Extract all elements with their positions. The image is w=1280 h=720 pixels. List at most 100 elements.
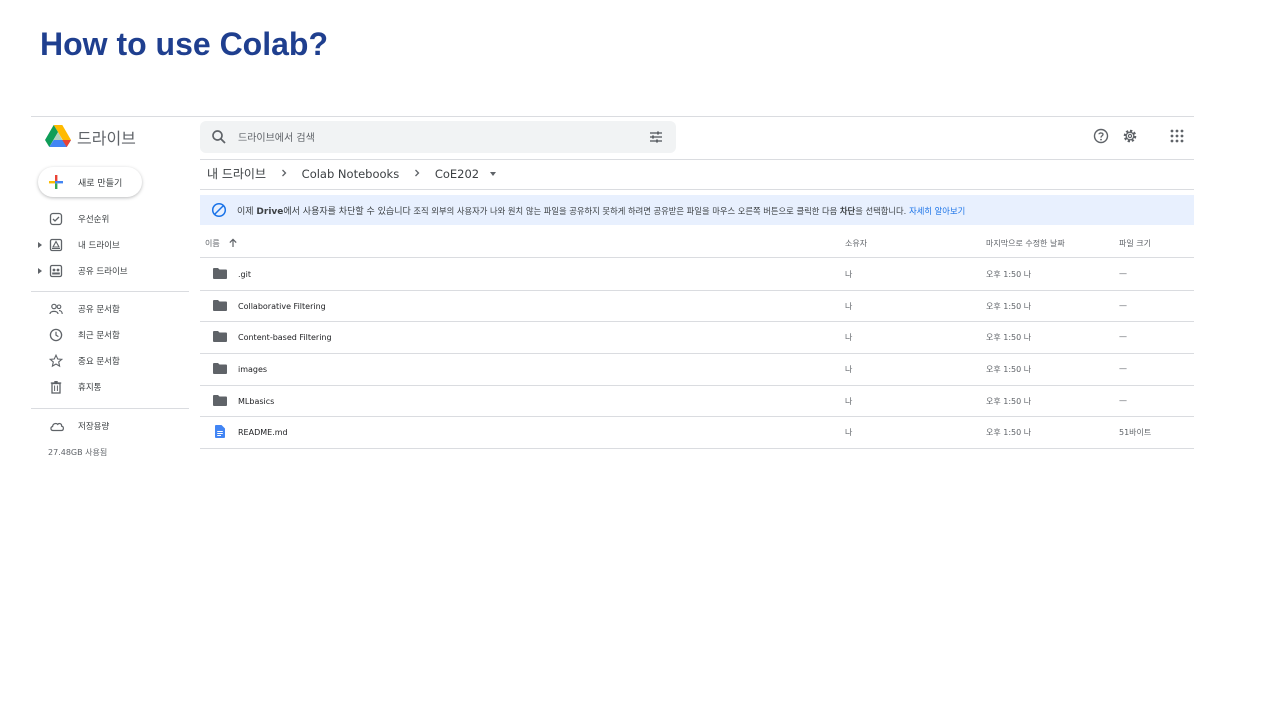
sidebar-divider [31,408,189,409]
table-row[interactable]: README.md 나 오후 1:50 나 51바이트 [200,416,1194,448]
file-modified: 오후 1:50 나 [986,302,1032,311]
trash-icon [50,381,62,394]
drive-logo-icon[interactable] [45,125,71,147]
folder-icon [213,300,227,311]
my-drive-icon [49,238,63,252]
row-divider [200,448,1194,449]
folder-icon [213,331,227,342]
table-row[interactable]: Collaborative Filtering 나 오후 1:50 나 — [200,290,1194,322]
banner-text-part: 이제 [237,207,257,217]
banner-text: 이제 Drive에서 사용자를 차단할 수 있습니다 조직 외부의 사용자가 나… [237,204,965,217]
search-icon[interactable] [210,128,228,146]
folder-menu-dropdown-icon[interactable] [489,172,496,176]
file-modified: 오후 1:50 나 [986,365,1032,374]
sidebar-item-shared-with-me[interactable]: 공유 문서함 [31,297,189,321]
chevron-right-icon [281,169,287,177]
sidebar-item-priority[interactable]: 우선순위 [31,207,189,231]
file-modified: 오후 1:50 나 [986,270,1032,279]
column-header-owner[interactable]: 소유자 [845,238,867,249]
sidebar-item-my-drive[interactable]: 내 드라이브 [31,233,189,257]
clock-icon [49,328,63,342]
folder-icon [213,363,227,374]
folder-icon [213,268,227,279]
column-header-file-size[interactable]: 파일 크기 [1119,238,1151,249]
settings-gear-icon[interactable] [1122,128,1138,144]
file-owner: 나 [845,397,853,406]
expand-arrow-icon[interactable] [38,268,42,274]
sidebar-item-label: 최근 문서함 [78,331,120,341]
file-size: — [1119,364,1127,373]
file-size: — [1119,332,1127,341]
table-row[interactable]: MLbasics 나 오후 1:50 나 — [200,385,1194,417]
file-modified: 오후 1:50 나 [986,333,1032,342]
sidebar-item-label: 우선순위 [78,215,110,225]
star-icon [49,354,63,368]
file-name: .git [238,270,251,279]
slide-title: How to use Colab? [40,26,328,62]
file-name: Content-based Filtering [238,333,332,342]
file-size: — [1119,396,1127,405]
file-size: — [1119,301,1127,310]
help-icon[interactable] [1093,128,1109,144]
banner-text-part: 조직 외부의 사용자가 나와 원치 않는 파일을 공유하지 못하게 하려면 공유… [410,206,840,216]
file-owner: 나 [845,428,853,437]
search-bar[interactable] [200,121,676,153]
sidebar-item-recent[interactable]: 최근 문서함 [31,323,189,347]
new-button[interactable]: 새로 만들기 [38,167,142,197]
sidebar-item-trash[interactable]: 휴지통 [31,375,189,399]
banner-text-part: 을 선택합니다. [855,206,907,216]
file-owner: 나 [845,365,853,374]
search-input[interactable] [236,125,630,151]
sidebar-divider [31,291,189,292]
learn-more-link[interactable]: 자세히 알아보기 [909,206,965,216]
app-name[interactable]: 드라이브 [77,125,136,149]
sidebar-item-shared-drives[interactable]: 공유 드라이브 [31,259,189,283]
breadcrumb-colab-notebooks[interactable]: Colab Notebooks [302,167,400,181]
breadcrumb-divider [200,189,1194,190]
new-button-label: 새로 만들기 [78,179,123,189]
column-header-last-modified[interactable]: 마지막으로 수정한 날짜 [986,238,1065,249]
breadcrumb: 내 드라이브 Colab Notebooks CoE202 [207,165,496,182]
expand-arrow-icon[interactable] [38,242,42,248]
apps-grid-icon[interactable] [1169,128,1185,144]
file-modified: 오후 1:50 나 [986,428,1032,437]
sidebar-item-label: 중요 문서함 [78,357,120,367]
plus-icon [49,175,63,189]
shared-drives-icon [49,264,63,278]
file-size: 51바이트 [1119,428,1152,437]
file-name: images [238,365,268,374]
drive-window: 드라이브 드라이브에서 검색 새로 만들기 우선순위 내 드라이브 공유 드라이… [31,116,1194,476]
banner-bold-text: Drive [256,207,284,217]
folder-icon [213,395,227,406]
banner-bold-text: 차단 [839,206,856,216]
sidebar-item-label: 휴지통 [78,383,102,393]
sidebar-item-storage[interactable]: 저장용량 [31,414,189,438]
file-name: MLbasics [238,397,275,406]
storage-used-text: 27.48GB 사용됨 [48,448,108,457]
file-owner: 나 [845,302,853,311]
search-options-icon[interactable] [648,129,664,145]
breadcrumb-current-folder[interactable]: CoE202 [435,167,479,181]
breadcrumb-my-drive[interactable]: 내 드라이브 [207,167,266,181]
file-owner: 나 [845,270,853,279]
cloud-icon [50,422,64,432]
document-icon [215,425,225,438]
file-modified: 오후 1:50 나 [986,397,1032,406]
table-row[interactable]: .git 나 오후 1:50 나 — [200,258,1194,290]
chevron-right-icon [415,169,420,177]
sidebar-item-starred[interactable]: 중요 문서함 [31,349,189,373]
sidebar-item-label: 공유 드라이브 [78,267,128,277]
file-size: — [1119,269,1127,278]
people-icon [49,303,63,315]
banner-text-part: 에서 사용자를 차단할 수 있습니다 [283,207,411,217]
sidebar-item-label: 공유 문서함 [78,305,120,315]
sort-arrow-up-icon[interactable] [228,238,238,248]
header-divider [200,159,1194,160]
table-row[interactable]: Content-based Filtering 나 오후 1:50 나 — [200,321,1194,353]
table-row[interactable]: images 나 오후 1:50 나 — [200,353,1194,385]
column-header-name[interactable]: 이름 [205,238,220,249]
file-owner: 나 [845,333,853,342]
sidebar-item-label: 내 드라이브 [78,241,120,251]
file-name: Collaborative Filtering [238,302,326,311]
sidebar-item-label: 저장용량 [78,422,110,432]
